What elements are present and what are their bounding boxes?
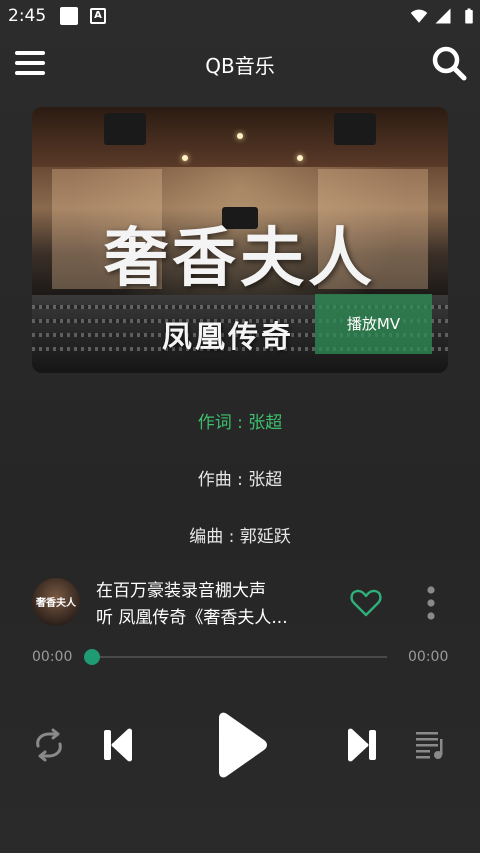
seek-track[interactable]: [92, 656, 387, 658]
track-title-line1: 在百万豪装录音棚大声: [96, 581, 266, 601]
playlist-icon[interactable]: [414, 729, 446, 761]
cover-subtitle: 凤凰传奇: [162, 320, 294, 355]
wifi-icon: [410, 9, 428, 23]
seek-thumb[interactable]: [84, 649, 100, 665]
track-thumbnail[interactable]: 奢香夫人: [32, 578, 80, 626]
app-title: QB音乐: [205, 54, 275, 78]
play-mv-button[interactable]: 播放MV: [315, 294, 432, 354]
search-icon[interactable]: [430, 44, 468, 82]
repeat-icon[interactable]: [32, 728, 66, 762]
thumbnail-title: 奢香夫人: [36, 598, 76, 609]
current-time: 00:00: [32, 649, 73, 665]
lyric-line: 作曲 : 张超: [197, 470, 283, 490]
menu-icon[interactable]: [14, 48, 46, 78]
status-time: 2:45: [8, 6, 47, 26]
status-bar: 2:45 A: [0, 0, 480, 34]
lyric-line-active: 作词 : 张超: [197, 413, 283, 433]
track-title-line2: 听 凤凰传奇《奢香夫人...: [96, 608, 288, 628]
accessibility-a-icon: A: [90, 8, 106, 24]
album-cover: 奢香夫人 凤凰传奇 播放MV: [32, 107, 448, 373]
heart-icon[interactable]: [350, 588, 382, 618]
total-time: 00:00: [408, 649, 449, 665]
lyric-line: 编曲 : 郭延跃: [189, 527, 291, 547]
ceiling-light: [182, 155, 188, 161]
battery-icon: [465, 8, 473, 24]
notification-square-icon: [60, 7, 78, 25]
play-icon[interactable]: [213, 712, 269, 778]
ceiling-light: [237, 133, 243, 139]
studio-speaker: [104, 113, 146, 145]
studio-speaker: [334, 113, 376, 145]
cover-title: 奢香夫人: [104, 221, 376, 296]
ceiling-light: [297, 155, 303, 161]
previous-icon[interactable]: [102, 727, 134, 763]
signal-icon: [435, 8, 451, 24]
next-icon[interactable]: [346, 727, 378, 763]
more-vertical-icon[interactable]: [420, 585, 442, 621]
